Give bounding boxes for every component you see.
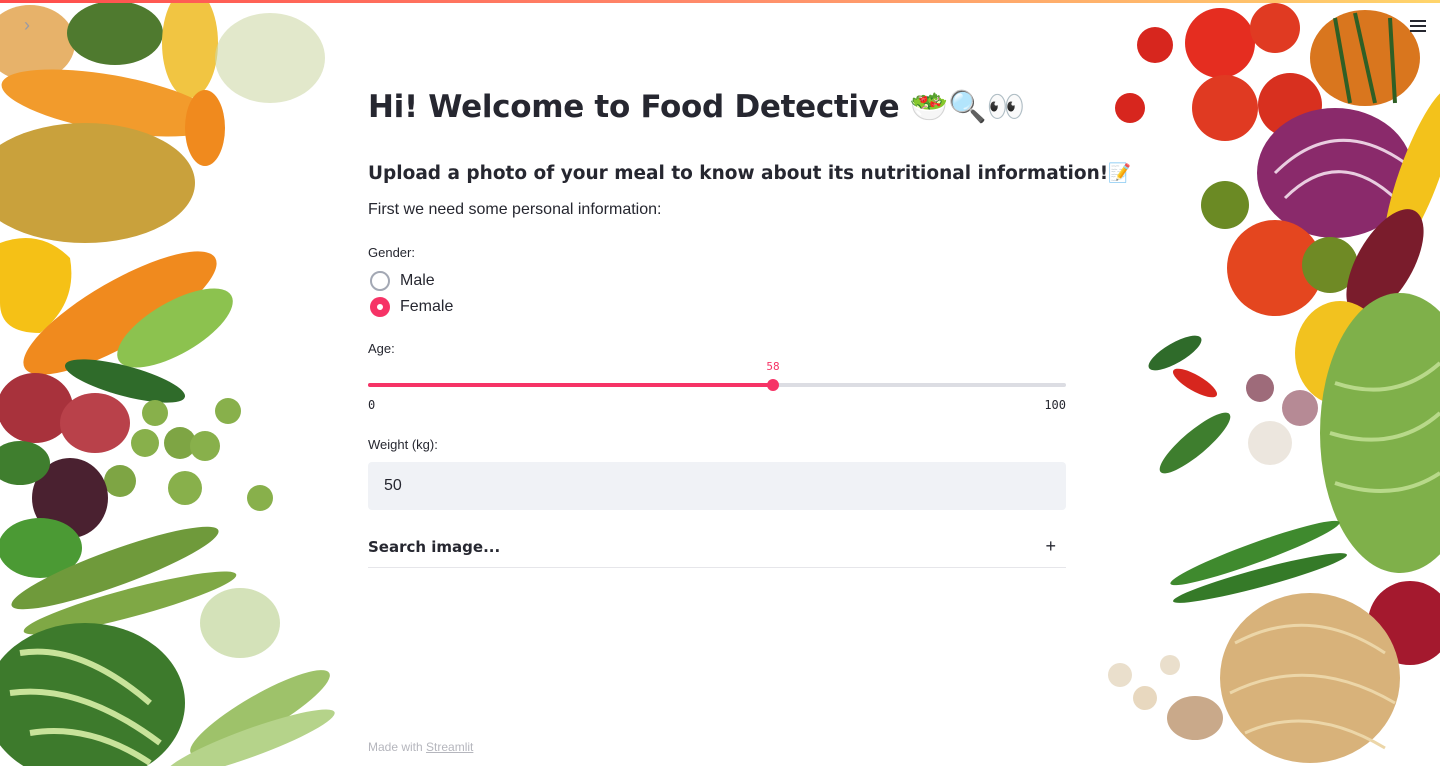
slider-track[interactable] <box>368 383 1066 387</box>
radio-male[interactable]: Male <box>368 270 435 292</box>
search-image-expander[interactable]: Search image... + <box>368 530 1066 568</box>
weight-input[interactable] <box>368 462 1066 510</box>
radio-label-female: Female <box>400 298 454 315</box>
slider-min: 0 <box>368 398 376 412</box>
slider-fill <box>368 383 773 387</box>
expander-label: Search image... <box>368 538 501 556</box>
slider-max: 100 <box>1044 398 1066 412</box>
age-slider[interactable]: 58 0 100 <box>368 360 1066 414</box>
radio-female[interactable]: Female <box>368 296 453 318</box>
vegetables-right-image <box>1095 3 1440 766</box>
slider-thumb[interactable] <box>767 379 779 391</box>
vegetables-left-image <box>0 3 345 766</box>
footer-prefix: Made with <box>368 740 427 754</box>
page-subtitle: Upload a photo of your meal to know abou… <box>368 163 1132 184</box>
gender-label: Gender: <box>368 245 415 260</box>
page-title: Hi! Welcome to Food Detective 🥗🔍👀 <box>368 89 1025 125</box>
weight-label: Weight (kg): <box>368 437 438 452</box>
slider-value: 58 <box>766 360 780 373</box>
chevron-right-icon[interactable]: › <box>16 14 38 36</box>
radio-circle-male[interactable] <box>370 271 390 291</box>
footer: Made with Streamlit <box>368 740 473 754</box>
radio-label-male: Male <box>400 272 435 289</box>
plus-icon[interactable]: + <box>1045 536 1056 557</box>
age-label: Age: <box>368 341 395 356</box>
radio-circle-female[interactable] <box>370 297 390 317</box>
streamlit-link[interactable]: Streamlit <box>426 740 473 754</box>
intro-text: First we need some personal information: <box>368 201 662 218</box>
hamburger-menu-icon[interactable] <box>1410 20 1426 34</box>
